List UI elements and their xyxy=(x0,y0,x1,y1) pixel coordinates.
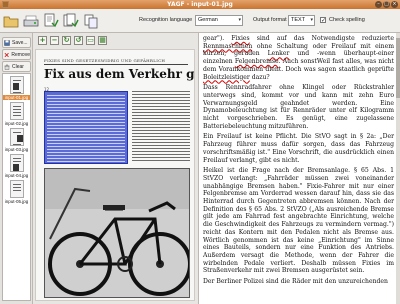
thumbnail-item[interactable]: input-02.jpg xyxy=(3,102,30,126)
thumbnail-label: input-02.jpg xyxy=(4,121,29,126)
output-format-label: Output format xyxy=(253,17,287,23)
recognize-icon xyxy=(44,13,59,28)
thumbnail-item[interactable]: input-04.jpg xyxy=(3,154,30,178)
close-icon[interactable]: × xyxy=(391,1,398,8)
ocr-paragraph: Dass Rennradfahrer ohne Klingel oder Rüc… xyxy=(203,84,394,130)
remove-icon xyxy=(4,52,9,57)
scrollbar-thumb[interactable] xyxy=(396,38,400,98)
image-toolbar: + − ↻ ↺ ▭ ▦ xyxy=(35,36,195,48)
zoom-in-icon[interactable]: + xyxy=(38,36,47,45)
scanned-image-view[interactable]: FIXIES SIND GESETZESWIDRIG UND GEFÄHRLIC… xyxy=(35,49,195,301)
rotate-icon[interactable]: ↻ xyxy=(62,36,71,45)
maximize-icon[interactable]: □ xyxy=(383,1,390,8)
titlebar: YAGF - input-01.jpg – □ × xyxy=(0,0,400,9)
thumbnail-item[interactable]: input-01.jpg xyxy=(3,76,30,100)
rotate-left-icon[interactable]: ↺ xyxy=(74,36,83,45)
recognize-all-icon xyxy=(63,13,79,28)
thumbnail-item[interactable]: input-05.jpg xyxy=(3,180,30,204)
ocr-paragraph: Heikel ist die Frage nach der Bremsanlag… xyxy=(203,167,394,275)
spelling-error: Boleitzleistiger xyxy=(203,73,250,81)
ocr-paragraph: gear"). Fixies sind auf das Notwendigste… xyxy=(203,35,394,81)
spelling-error: Rennmaschinen xyxy=(203,42,253,50)
text-scrollbar[interactable] xyxy=(396,33,400,304)
clear-icon xyxy=(4,64,10,70)
thumbnail-image xyxy=(9,180,24,198)
document-header-line: FIXIES SIND GESETZESWIDRIG UND GEFÄHRLIC… xyxy=(44,58,166,63)
sidebar: Save... Remove Clear input-01.jpg input-… xyxy=(0,33,33,304)
clear-label: Clear xyxy=(12,63,24,70)
ocr-paragraph: Ein Freilauf ist keine Pflicht. Die StVO… xyxy=(203,133,394,164)
save-label: Save... xyxy=(12,39,28,46)
thumbnail-image xyxy=(9,154,24,172)
clear-button[interactable]: Clear xyxy=(2,61,31,72)
scan-icon xyxy=(23,15,39,27)
selected-text-block[interactable] xyxy=(44,91,128,164)
document-photo-bicycle xyxy=(44,168,190,298)
remove-button[interactable]: Remove xyxy=(2,49,31,60)
check-spelling-checkbox[interactable]: ✓ xyxy=(320,17,326,24)
minimize-icon[interactable]: – xyxy=(375,1,382,8)
spelling-error: Lenker xyxy=(267,50,290,58)
thumbnail-label: input-04.jpg xyxy=(4,173,29,178)
thumbnail-label: input-05.jpg xyxy=(4,199,29,204)
copy-button[interactable] xyxy=(82,12,100,30)
document-rule xyxy=(44,64,188,65)
spelling-error: Felgenbremse xyxy=(234,58,279,66)
chevron-down-icon: ▾ xyxy=(310,17,313,23)
window-controls: – □ × xyxy=(375,1,398,8)
open-folder-icon xyxy=(3,16,19,28)
thumbnail-image xyxy=(9,102,24,120)
thumbnail-item[interactable]: input-03.jpg xyxy=(3,128,30,152)
select-block-icon[interactable]: ▭ xyxy=(86,36,95,45)
document-text-column xyxy=(132,91,190,163)
thumbnail-label: input-01.jpg xyxy=(3,95,30,100)
recognition-language-select[interactable]: German ▾ xyxy=(195,15,243,26)
app-window: YAGF - input-01.jpg – □ × Recognition la… xyxy=(0,0,400,304)
zoom-out-icon[interactable]: − xyxy=(50,36,59,45)
thumbnail-image xyxy=(9,76,24,94)
recognition-language-value: German xyxy=(198,17,218,23)
save-icon xyxy=(4,39,10,46)
recognition-language-label: Recognition language xyxy=(139,17,193,23)
check-spelling-label: Check spelling xyxy=(329,17,365,23)
open-folder-button[interactable] xyxy=(2,12,20,30)
clear-blocks-icon[interactable]: ▦ xyxy=(98,36,107,45)
remove-label: Remove xyxy=(11,51,30,58)
output-format-value: TEXT xyxy=(291,17,306,23)
recognized-text-editor[interactable]: gear"). Fixies sind auf das Notwendigste… xyxy=(198,33,398,304)
window-title: YAGF - input-01.jpg xyxy=(167,1,233,8)
thumbnail-list: input-01.jpg input-02.jpg input-03.jpg i… xyxy=(2,73,31,301)
thumbnail-image xyxy=(9,128,24,146)
output-format-select[interactable]: TEXT ▾ xyxy=(288,15,315,26)
scan-button[interactable] xyxy=(22,12,40,30)
spelling-error: Fixies xyxy=(231,35,250,42)
recognize-all-button[interactable] xyxy=(62,12,80,30)
recognize-button[interactable] xyxy=(42,12,60,30)
ocr-paragraph: Der Berliner Polizei sind die Räder mit … xyxy=(203,278,388,286)
save-button[interactable]: Save... xyxy=(2,37,31,48)
document-headline: Fix aus dem Verkehr gezogen xyxy=(44,67,195,81)
thumbnail-label: input-03.jpg xyxy=(4,147,29,152)
chevron-down-icon: ▾ xyxy=(238,17,241,23)
copy-icon xyxy=(84,14,98,29)
main-toolbar: Recognition language German ▾ Output for… xyxy=(0,9,400,33)
